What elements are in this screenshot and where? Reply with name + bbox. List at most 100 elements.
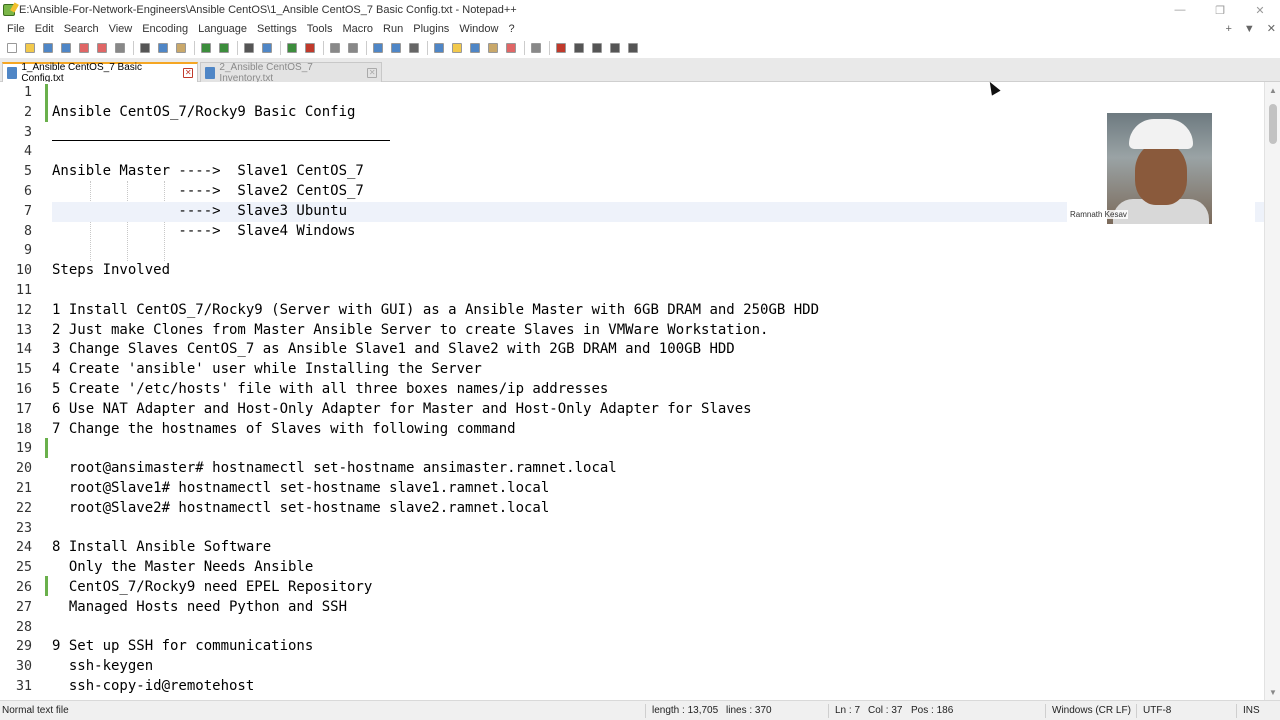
tab-list-dropdown-icon[interactable]: ▼ <box>1244 20 1255 38</box>
replace-button[interactable] <box>259 40 275 56</box>
menu-view[interactable]: View <box>104 20 138 38</box>
code-line[interactable]: ----> Slave4 Windows <box>52 222 355 242</box>
save-all-button[interactable] <box>58 40 74 56</box>
open-file-button[interactable] <box>22 40 38 56</box>
doc-list-button[interactable] <box>503 40 519 56</box>
new-file-button[interactable] <box>4 40 20 56</box>
code-line[interactable]: ssh-keygen <box>52 657 153 677</box>
udl-button[interactable] <box>431 40 447 56</box>
menu-file[interactable]: File <box>2 20 30 38</box>
zoom-in-button[interactable] <box>284 40 300 56</box>
scroll-up-arrow-icon[interactable]: ▲ <box>1265 82 1280 98</box>
close-doc-icon[interactable]: ✕ <box>1267 20 1276 38</box>
code-line[interactable]: Steps Involved <box>52 261 170 281</box>
word-wrap-button[interactable] <box>370 40 386 56</box>
doc-map-icon <box>452 43 462 53</box>
close-all-button[interactable] <box>94 40 110 56</box>
code-line[interactable]: CentOS_7/Rocky9 need EPEL Repository <box>52 578 372 598</box>
menu-plugins[interactable]: Plugins <box>408 20 454 38</box>
menu-tools[interactable]: Tools <box>302 20 338 38</box>
window-title: E:\Ansible-For-Network-Engineers\Ansible… <box>19 4 517 16</box>
run-macro-multiple-button[interactable] <box>607 40 623 56</box>
tab-close-icon[interactable]: ✕ <box>183 68 193 78</box>
doc-map-button[interactable] <box>449 40 465 56</box>
notepadpp-logo-icon <box>3 4 15 16</box>
close-file-button[interactable] <box>76 40 92 56</box>
zoom-out-button[interactable] <box>302 40 318 56</box>
zoom-in-icon <box>287 43 297 53</box>
replace-icon <box>262 43 272 53</box>
sync-horizontal-button[interactable] <box>345 40 361 56</box>
status-eol[interactable]: Windows (CR LF) <box>1052 701 1131 720</box>
code-line[interactable]: 5 Create '/etc/hosts' file with all thre… <box>52 380 608 400</box>
code-line[interactable]: 2 Just make Clones from Master Ansible S… <box>52 321 768 341</box>
show-all-chars-button[interactable] <box>388 40 404 56</box>
scrollbar-thumb[interactable] <box>1269 104 1277 144</box>
find-button[interactable] <box>241 40 257 56</box>
paste-button[interactable] <box>173 40 189 56</box>
status-encoding[interactable]: UTF-8 <box>1143 701 1171 720</box>
tab-inventory[interactable]: 2_Ansible CentOS_7 Inventory.txt ✕ <box>200 62 382 84</box>
save-button[interactable] <box>40 40 56 56</box>
monitoring-button[interactable] <box>528 40 544 56</box>
minimize-button[interactable]: — <box>1160 0 1200 20</box>
code-line[interactable]: ssh-copy-id@remotehost <box>52 677 254 697</box>
menu-search[interactable]: Search <box>59 20 104 38</box>
cut-button[interactable] <box>137 40 153 56</box>
code-line[interactable]: 8 Install Ansible Software <box>52 538 271 558</box>
code-line[interactable]: Managed Hosts need Python and SSH <box>52 598 347 618</box>
menu-window[interactable]: Window <box>454 20 503 38</box>
print-button[interactable] <box>112 40 128 56</box>
menu-encoding[interactable]: Encoding <box>137 20 193 38</box>
folder-workspace-button[interactable] <box>485 40 501 56</box>
code-line[interactable]: Only the Master Needs Ansible <box>52 558 313 578</box>
record-macro-button[interactable] <box>553 40 569 56</box>
tab-label: 1_Ansible CentOS_7 Basic Config.txt <box>21 62 142 84</box>
new-tab-plus-icon[interactable]: + <box>1225 20 1231 38</box>
print-icon <box>115 43 125 53</box>
restore-button[interactable]: ❐ <box>1200 0 1240 20</box>
function-list-button[interactable] <box>467 40 483 56</box>
code-line[interactable]: Ansible CentOS_7/Rocky9 Basic Config <box>52 103 355 123</box>
toolbar-separator <box>194 41 195 55</box>
code-line[interactable]: Ansible Master ----> Slave1 CentOS_7 <box>52 162 364 182</box>
code-line[interactable]: 7 Change the hostnames of Slaves with fo… <box>52 420 516 440</box>
code-line[interactable]: 9 Set up SSH for communications <box>52 637 313 657</box>
code-line[interactable]: ----> Slave2 CentOS_7 <box>52 182 363 202</box>
tab-basic-config[interactable]: 1_Ansible CentOS_7 Basic Config.txt ✕ <box>2 62 198 84</box>
vertical-scrollbar[interactable]: ▲ ▼ <box>1264 82 1280 700</box>
undo-button[interactable] <box>198 40 214 56</box>
scroll-down-arrow-icon[interactable]: ▼ <box>1265 684 1280 700</box>
play-macro-button[interactable] <box>589 40 605 56</box>
status-file-type: Normal text file <box>2 705 69 716</box>
editor-pane[interactable]: 1 2 3 4 5 6 7 8 9 10 11 12 13 14 15 16 17 18 19 20 21 22 23 24 2… <box>0 82 1280 700</box>
tab-close-icon[interactable]: ✕ <box>367 67 377 78</box>
menu-help[interactable]: ? <box>503 20 519 38</box>
toolbar-separator <box>237 41 238 55</box>
code-line[interactable]: 3 Change Slaves CentOS_7 as Ansible Slav… <box>52 340 735 360</box>
paste-icon <box>176 43 186 53</box>
line-number: 19 <box>15 441 32 457</box>
sync-vertical-button[interactable] <box>327 40 343 56</box>
menu-macro[interactable]: Macro <box>337 20 378 38</box>
code-line[interactable]: root@Slave1# hostnamectl set-hostname sl… <box>52 479 549 499</box>
stop-macro-button[interactable] <box>571 40 587 56</box>
save-macro-button[interactable] <box>625 40 641 56</box>
record-macro-icon <box>556 43 566 53</box>
code-line[interactable]: 4 Create 'ansible' user while Installing… <box>52 360 482 380</box>
redo-button[interactable] <box>216 40 232 56</box>
menu-language[interactable]: Language <box>193 20 252 38</box>
indent-guide-button[interactable] <box>406 40 422 56</box>
monitoring-icon <box>531 43 541 53</box>
code-line[interactable]: 1 Install CentOS_7/Rocky9 (Server with G… <box>52 301 819 321</box>
line-number: 28 <box>15 619 32 635</box>
play-macro-icon <box>592 43 602 53</box>
copy-button[interactable] <box>155 40 171 56</box>
code-line[interactable]: root@Slave2# hostnamectl set-hostname sl… <box>52 499 549 519</box>
menu-edit[interactable]: Edit <box>30 20 59 38</box>
menu-settings[interactable]: Settings <box>252 20 302 38</box>
menu-run[interactable]: Run <box>378 20 408 38</box>
code-line[interactable]: 6 Use NAT Adapter and Host-Only Adapter … <box>52 400 752 420</box>
code-line[interactable]: root@ansimaster# hostnamectl set-hostnam… <box>52 459 617 479</box>
close-window-button[interactable]: ✕ <box>1240 0 1280 20</box>
